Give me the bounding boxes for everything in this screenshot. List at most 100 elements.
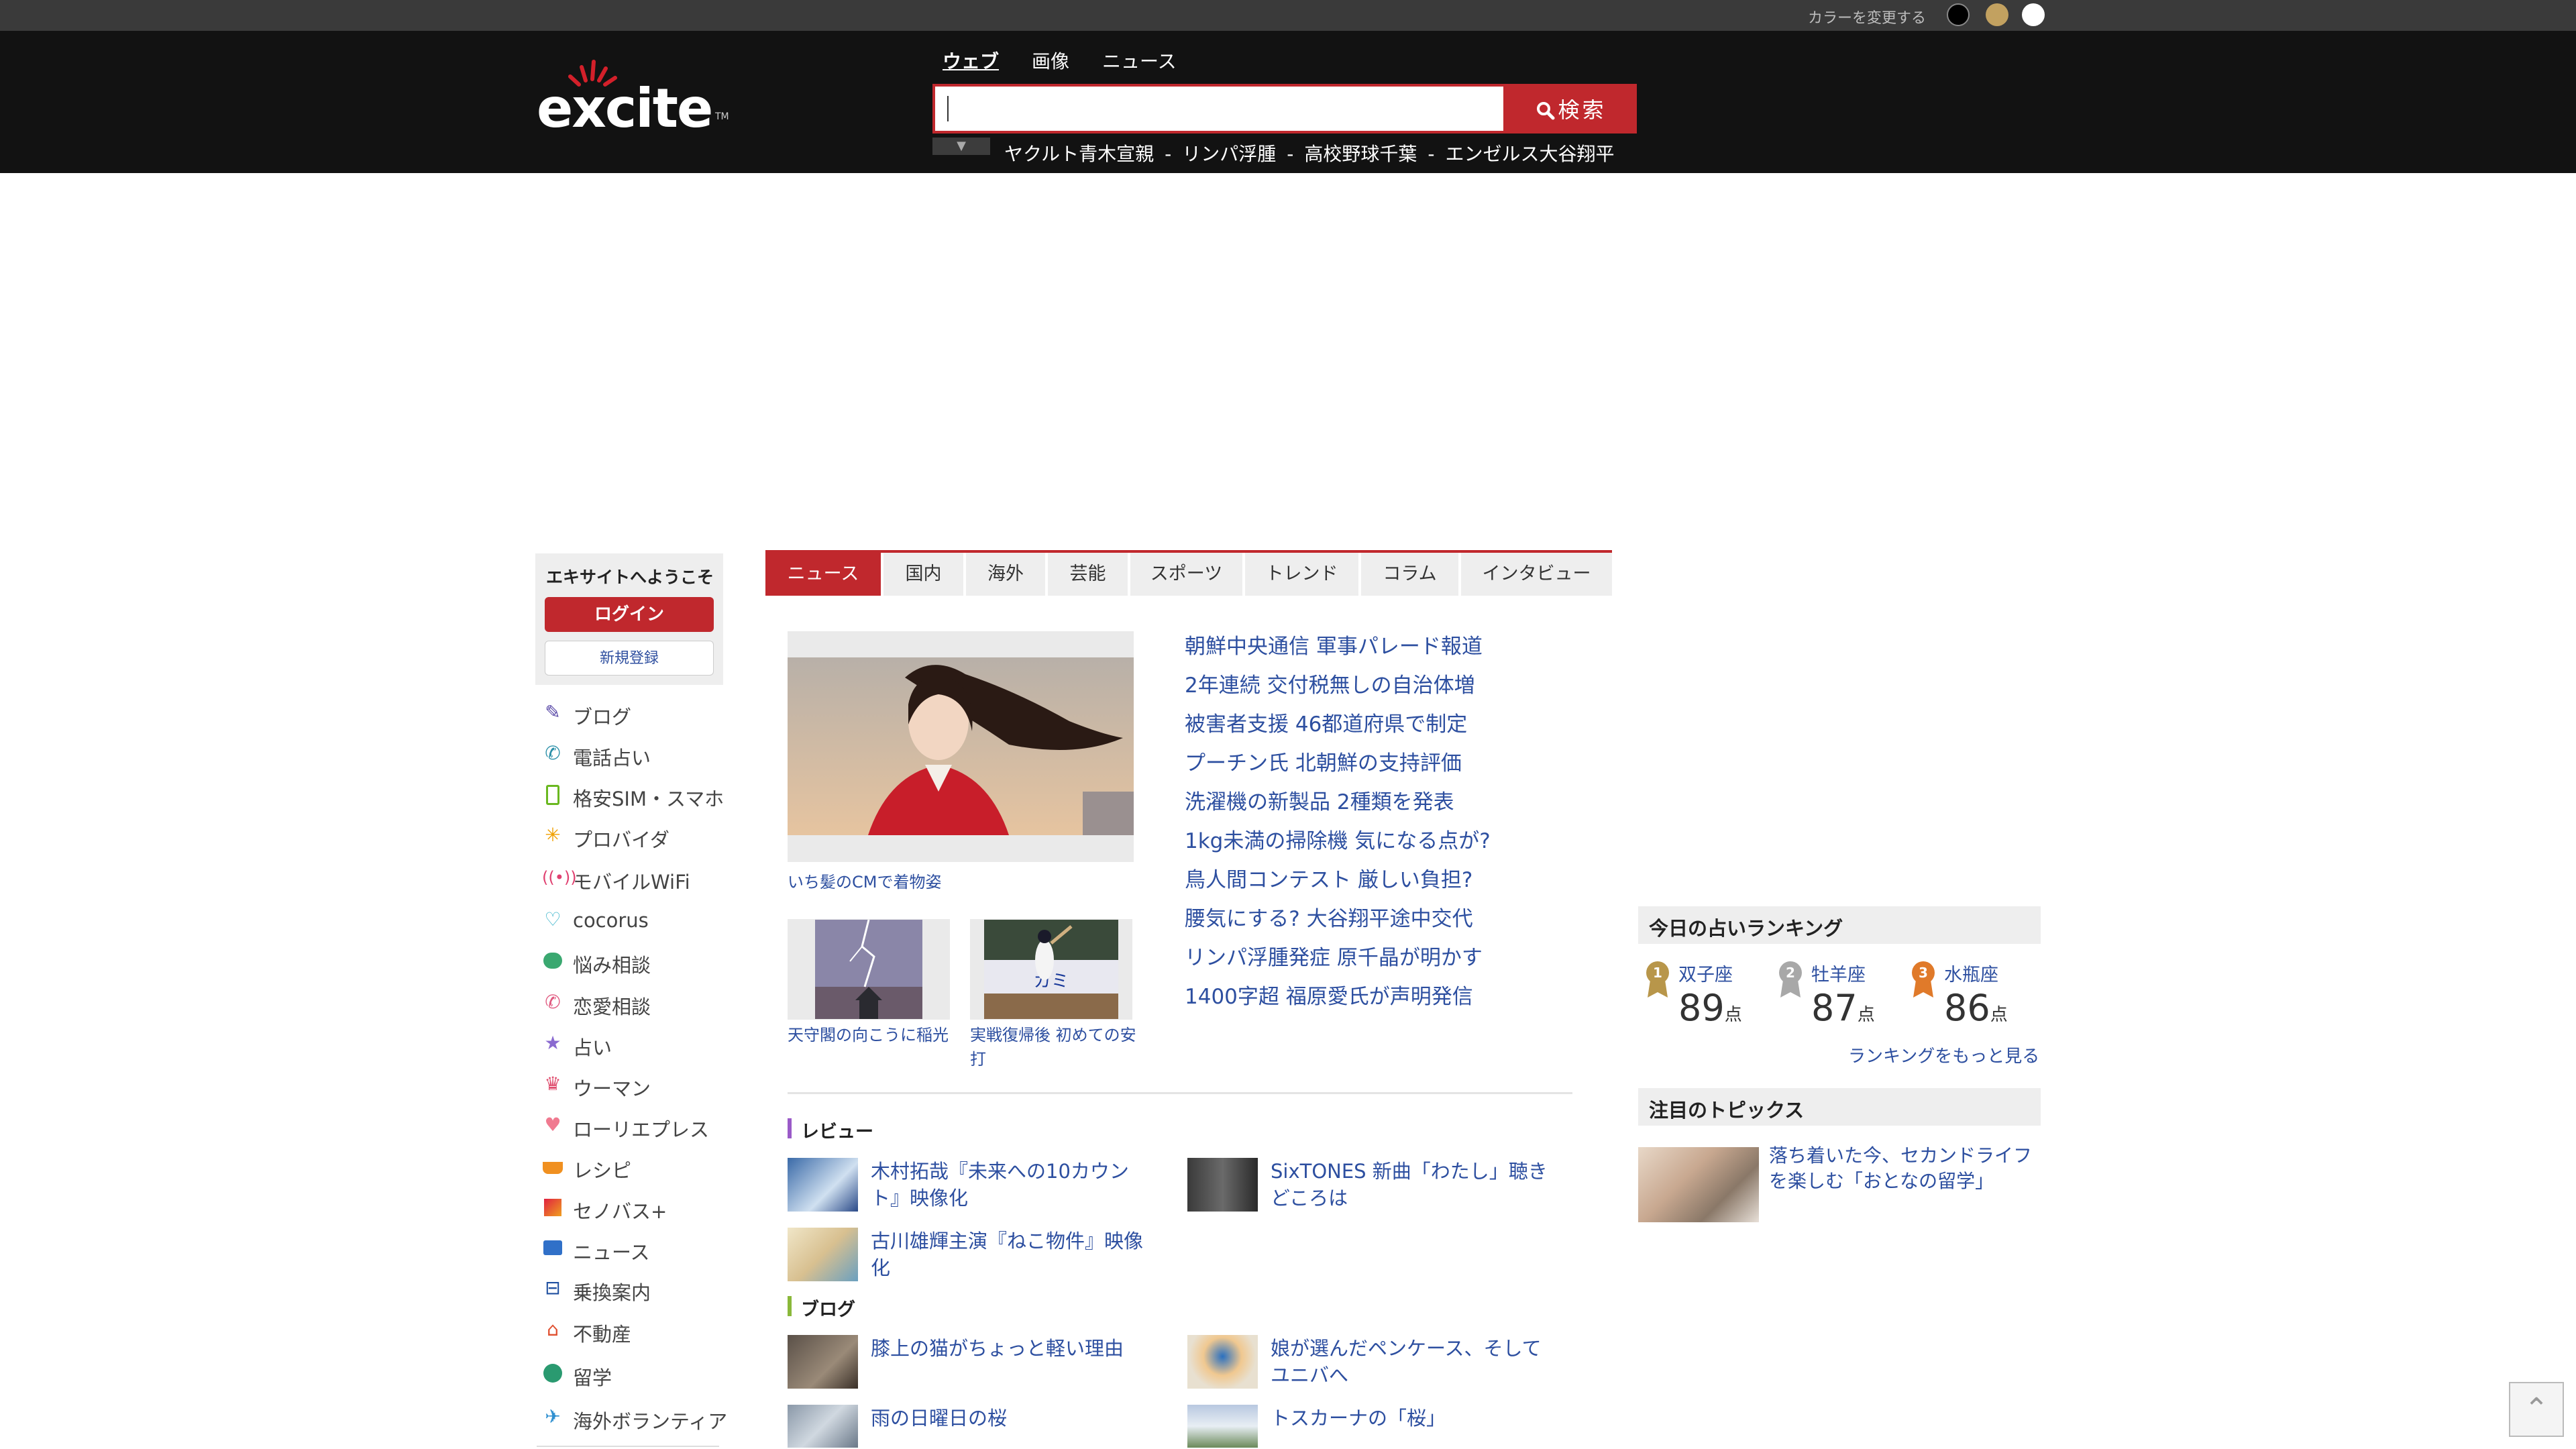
article-title[interactable]: 娘が選んだペンケース、そしてユニバへ [1271, 1335, 1552, 1389]
news-category-tabs: ニュース 国内 海外 芸能 スポーツ トレンド コラム インタビュー [765, 550, 1612, 596]
thumb-caption[interactable]: 実戦復帰後 初めての安打 [970, 1023, 1144, 1071]
headline-link[interactable]: 朝鮮中央通信 軍事パレード報道 [1185, 629, 1483, 659]
zodiac-sign[interactable]: 牡羊座 [1811, 960, 1866, 986]
sidebar-item-label: ブログ [573, 706, 632, 729]
svg-text:2: 2 [1786, 965, 1795, 981]
article-title[interactable]: 古川雄輝主演『ねこ物件』映像化 [871, 1228, 1152, 1281]
article-thumbnail [1187, 1335, 1258, 1389]
fortune-ranking-title: 今日の占いランキング [1649, 917, 1843, 940]
lightning-photo[interactable] [815, 920, 922, 1019]
fortune-ranking-header: 今日の占いランキング [1638, 906, 2041, 944]
excite-logo-text[interactable]: excite [537, 77, 713, 140]
search-button[interactable]: 検索 [1506, 84, 1637, 133]
article-title[interactable]: 雨の日曜日の桜 [871, 1405, 1152, 1432]
fortune-rank-item[interactable]: 2 牡羊座 87点 [1771, 957, 1905, 1038]
feature-photo[interactable] [788, 657, 1134, 835]
search-options-toggle[interactable]: ▼ [932, 138, 990, 155]
feature-caption[interactable]: いち髪のCMで着物姿 [788, 869, 941, 892]
sidebar-item-label: ウーマン [573, 1077, 651, 1100]
thumb-caption[interactable]: 天守閣の向こうに稲光 [788, 1023, 962, 1047]
headline-link[interactable]: リンパ浮腫発症 原千晶が明かす [1185, 941, 1483, 971]
article-thumbnail [788, 1335, 858, 1389]
trending-keyword[interactable]: ヤクルト青木宣親 [1004, 143, 1154, 165]
search-tab-image[interactable]: 画像 [1032, 47, 1069, 74]
search-tab-news[interactable]: ニュース [1102, 47, 1177, 74]
sidebar-item-label: 留学 [573, 1366, 612, 1389]
sidebar-item-label: 占い [573, 1036, 612, 1059]
ranking-more-link[interactable]: ランキングをもっと見る [1848, 1042, 2039, 1067]
tab-entertainment[interactable]: 芸能 [1045, 553, 1128, 596]
topic-link[interactable]: 落ち着いた今、セカンドライフを楽しむ「おとなの留学」 [1769, 1143, 2037, 1194]
train-icon: ⊟ [545, 1277, 561, 1299]
fortune-score: 89点 [1678, 987, 1742, 1029]
article-thumbnail [1187, 1405, 1258, 1448]
article-title[interactable]: トスカーナの「桜」 [1271, 1405, 1552, 1432]
login-button[interactable]: ログイン [545, 597, 714, 632]
tab-domestic[interactable]: 国内 [881, 553, 963, 596]
headline-link[interactable]: 1kg未満の掃除機 気になる点が? [1185, 824, 1491, 854]
news-icon [542, 1237, 564, 1258]
sidebar-item-label: 恋愛相談 [573, 996, 651, 1018]
search-icon [1537, 102, 1555, 120]
sidebar-item-label: 乗換案内 [573, 1281, 651, 1304]
score-value: 87 [1811, 987, 1858, 1029]
headline-link[interactable]: 鳥人間コンテスト 厳しい負担? [1185, 863, 1472, 893]
article-title[interactable]: 膝上の猫がちょっと軽い理由 [871, 1335, 1152, 1362]
tab-news[interactable]: ニュース [765, 553, 881, 596]
sidebar-item-label: 悩み相談 [573, 954, 651, 977]
trending-keyword[interactable]: エンゼルス大谷翔平 [1446, 143, 1615, 165]
headline-link[interactable]: 2年連続 交付税無しの自治体増 [1185, 668, 1475, 698]
text-caret [947, 96, 949, 121]
theme-black-button[interactable] [1947, 3, 1970, 26]
search-input[interactable] [935, 87, 1503, 131]
plane-icon: ✈ [545, 1405, 561, 1428]
svg-text:1: 1 [1653, 965, 1662, 981]
woman-icon: ♛ [544, 1073, 561, 1095]
search-button-label: 検索 [1558, 97, 1607, 123]
scroll-to-top-button[interactable]: ⌃ [2509, 1382, 2564, 1437]
zodiac-sign[interactable]: 水瓶座 [1944, 960, 1998, 986]
svg-text:3: 3 [1919, 965, 1928, 981]
tab-interview[interactable]: インタビュー [1458, 553, 1612, 596]
section-title-text: レビュー [801, 1122, 873, 1142]
tab-overseas[interactable]: 海外 [963, 553, 1045, 596]
register-button[interactable]: 新規登録 [545, 641, 714, 676]
trending-keyword[interactable]: リンパ浮腫 [1182, 143, 1276, 165]
topics-header: 注目のトピックス [1638, 1088, 2041, 1126]
tab-column[interactable]: コラム [1358, 553, 1458, 596]
gold-medal-icon: 1 [1646, 961, 1669, 998]
headline-link[interactable]: 被害者支援 46都道府県で制定 [1185, 707, 1467, 737]
headline-link[interactable]: 洗濯機の新製品 2種類を発表 [1185, 785, 1454, 815]
tab-sports[interactable]: スポーツ [1128, 553, 1242, 596]
headline-link[interactable]: 1400字超 福原愛氏が声明発信 [1185, 979, 1473, 1010]
star-icon: ★ [544, 1032, 561, 1054]
love-phone-icon: ✆ [545, 991, 561, 1013]
pencil-icon: ✎ [545, 701, 561, 723]
score-unit: 点 [1724, 1005, 1742, 1025]
trending-keywords: ヤクルト青木宣親 - リンパ浮腫 - 高校野球千葉 - エンゼルス大谷翔平 [1004, 140, 1615, 166]
zodiac-sign[interactable]: 双子座 [1678, 960, 1733, 986]
baseball-photo[interactable]: ガミ [984, 920, 1118, 1019]
fortune-rank-item[interactable]: 3 水瓶座 86点 [1904, 957, 2038, 1038]
wifi-icon: ((•)) [542, 868, 577, 887]
article-title[interactable]: SixTONES 新曲「わたし」聴きどころは [1271, 1158, 1552, 1212]
heart-icon: ♥ [544, 1114, 561, 1136]
tab-trend[interactable]: トレンド [1242, 553, 1358, 596]
article-thumbnail [788, 1228, 858, 1281]
theme-gold-button[interactable] [1986, 3, 2008, 26]
chevron-up-icon: ⌃ [2524, 1392, 2549, 1426]
sidebar-item-label: ニュース [573, 1241, 650, 1264]
headline-link[interactable]: 腰気にする? 大谷翔平途中交代 [1185, 902, 1473, 932]
search-tab-web[interactable]: ウェブ [943, 47, 999, 74]
score-unit: 点 [1857, 1005, 1875, 1025]
theme-white-button[interactable] [2022, 3, 2045, 26]
headline-link[interactable]: プーチン氏 北朝鮮の支持評価 [1185, 746, 1462, 776]
fortune-rank-item[interactable]: 1 双子座 89点 [1638, 957, 1772, 1038]
section-marker [788, 1118, 792, 1138]
trending-keyword[interactable]: 高校野球千葉 [1304, 143, 1417, 165]
article-title[interactable]: 木村拓哉『未来への10カウント』映像化 [871, 1158, 1152, 1212]
welcome-title: エキサイトへようこそ [546, 568, 714, 587]
sidebar-item-label: ローリエプレス [573, 1118, 710, 1141]
trending-separator: - [1287, 143, 1294, 165]
topic-thumbnail[interactable] [1638, 1147, 1759, 1222]
